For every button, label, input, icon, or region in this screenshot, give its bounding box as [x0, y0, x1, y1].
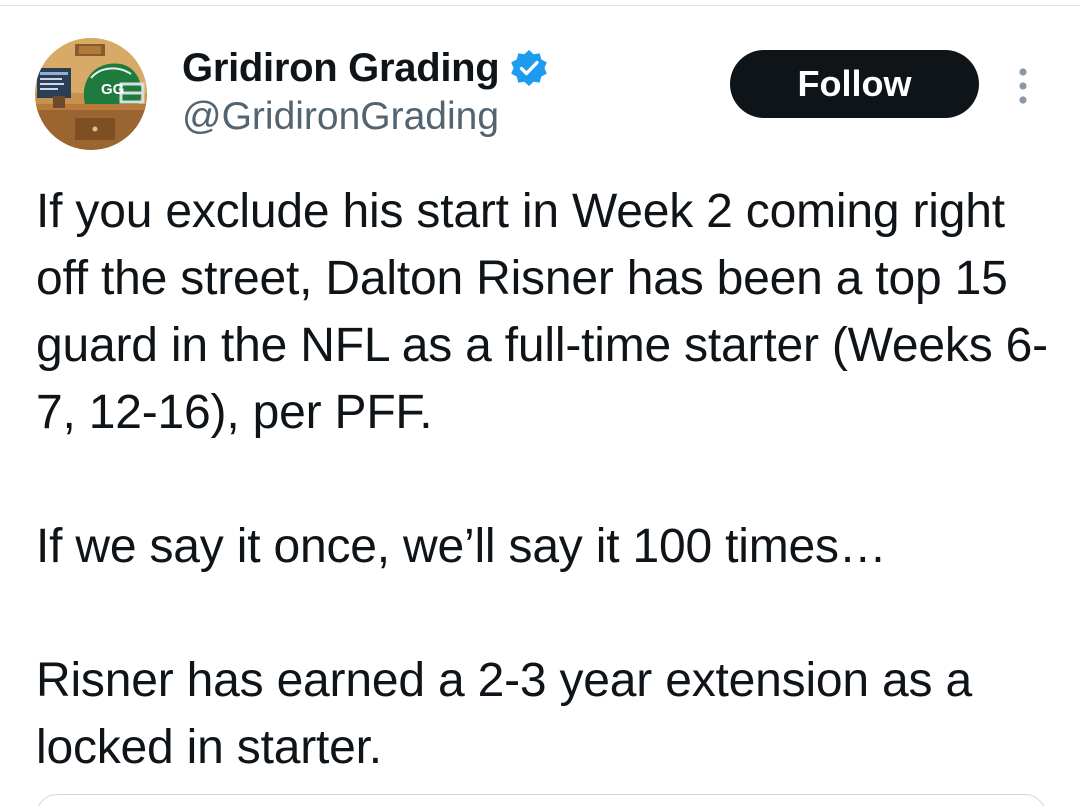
- author-name-row: Gridiron Grading: [182, 42, 549, 94]
- author-handle[interactable]: @GridironGrading: [182, 95, 499, 139]
- more-vertical-icon[interactable]: [1010, 64, 1036, 108]
- verified-badge-icon: [511, 50, 548, 86]
- quoted-card-edge: [36, 794, 1046, 806]
- top-divider: [0, 5, 1080, 6]
- tweet-paragraph: If you exclude his start in Week 2 comin…: [36, 185, 1048, 439]
- tweet-paragraph: If we say it once, we’ll say it 100 time…: [36, 520, 887, 573]
- avatar[interactable]: GG: [35, 38, 147, 150]
- helmet-avatar-icon: GG: [35, 38, 147, 150]
- display-name[interactable]: Gridiron Grading: [182, 46, 500, 91]
- follow-button[interactable]: Follow: [730, 50, 979, 118]
- tweet-page: GG Gridiron Grading @GridironGrading Fol…: [0, 0, 1080, 806]
- avatar-letters: GG: [101, 81, 124, 98]
- tweet-paragraph: Risner has earned a 2-3 year extension a…: [36, 654, 972, 774]
- tweet-text: If you exclude his start in Week 2 comin…: [36, 178, 1056, 781]
